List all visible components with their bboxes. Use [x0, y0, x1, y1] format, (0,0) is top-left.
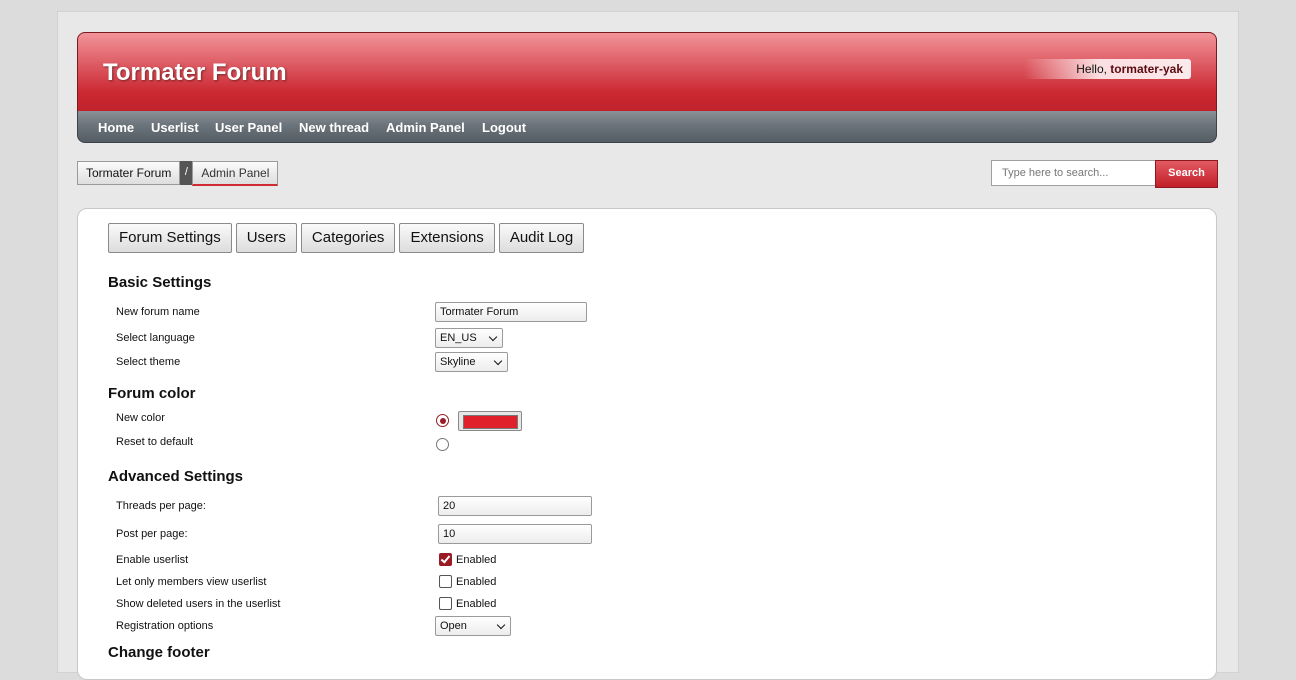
registration-select[interactable]: Open [435, 616, 511, 636]
enable-userlist-label: Enable userlist [116, 554, 189, 566]
nav-user-panel[interactable]: User Panel [215, 120, 282, 135]
show-deleted-text: Enabled [456, 598, 497, 610]
tab-audit-log[interactable]: Audit Log [498, 223, 585, 253]
show-deleted-label: Show deleted users in the userlist [116, 598, 281, 610]
new-color-label: New color [116, 412, 165, 424]
user-greeting: Hello, tormater-yak [1024, 59, 1191, 79]
nav-userlist[interactable]: Userlist [151, 120, 199, 135]
forum-title[interactable]: Tormater Forum [103, 59, 287, 87]
admin-settings-panel: Forum Settings Users Categories Extensio… [77, 208, 1217, 680]
greeting-prefix: Hello, [1076, 62, 1107, 76]
breadcrumb-current[interactable]: Admin Panel [192, 161, 279, 186]
tab-users[interactable]: Users [235, 223, 297, 253]
members-only-text: Enabled [456, 576, 497, 588]
enable-userlist-checkbox[interactable] [439, 553, 452, 566]
forum-name-input[interactable]: Tormater Forum [435, 302, 587, 322]
enable-userlist-text: Enabled [456, 554, 497, 566]
tab-extensions[interactable]: Extensions [399, 223, 495, 253]
threads-per-page-input[interactable]: 20 [438, 496, 592, 516]
nav-home[interactable]: Home [98, 120, 134, 135]
reset-color-label: Reset to default [116, 436, 194, 448]
members-only-label: Let only members view userlist [116, 576, 267, 588]
theme-value: Skyline [440, 356, 476, 368]
tab-categories[interactable]: Categories [300, 223, 396, 253]
registration-value: Open [440, 620, 467, 632]
breadcrumb: Tormater Forum / Admin Panel [77, 161, 279, 186]
theme-label: Select theme [116, 356, 181, 368]
language-label: Select language [116, 332, 195, 344]
nav-new-thread[interactable]: New thread [299, 120, 369, 135]
forum-header: Tormater Forum Hello, tormater-yak [77, 32, 1217, 112]
language-select[interactable]: EN_US [435, 328, 503, 348]
breadcrumb-root[interactable]: Tormater Forum [77, 161, 181, 185]
theme-select[interactable]: Skyline [435, 352, 508, 372]
posts-per-page-input[interactable]: 10 [438, 524, 592, 544]
tab-forum-settings[interactable]: Forum Settings [108, 223, 232, 253]
registration-label: Registration options [116, 620, 214, 632]
search-button[interactable]: Search [1155, 160, 1218, 188]
reset-color-radio[interactable] [436, 438, 449, 451]
breadcrumb-separator: / [180, 161, 193, 185]
username-link[interactable]: tormater-yak [1110, 62, 1183, 76]
color-picker[interactable] [458, 411, 522, 431]
language-value: EN_US [440, 332, 477, 344]
forum-color-title: Forum color [108, 385, 196, 402]
show-deleted-checkbox[interactable] [439, 597, 452, 610]
admin-tabs: Forum Settings Users Categories Extensio… [108, 223, 585, 253]
basic-settings-title: Basic Settings [108, 274, 212, 291]
new-color-radio[interactable] [436, 414, 449, 427]
advanced-settings-title: Advanced Settings [108, 468, 244, 485]
change-footer-title: Change footer [108, 644, 210, 661]
nav-admin-panel[interactable]: Admin Panel [386, 120, 465, 135]
forum-name-label: New forum name [116, 306, 200, 318]
posts-per-page-label: Post per page: [116, 528, 188, 540]
color-swatch [463, 415, 518, 429]
main-navigation: Home Userlist User Panel New thread Admi… [77, 111, 1217, 143]
search-input[interactable] [991, 160, 1163, 186]
members-only-checkbox[interactable] [439, 575, 452, 588]
nav-logout[interactable]: Logout [482, 120, 526, 135]
threads-per-page-label: Threads per page: [116, 500, 206, 512]
